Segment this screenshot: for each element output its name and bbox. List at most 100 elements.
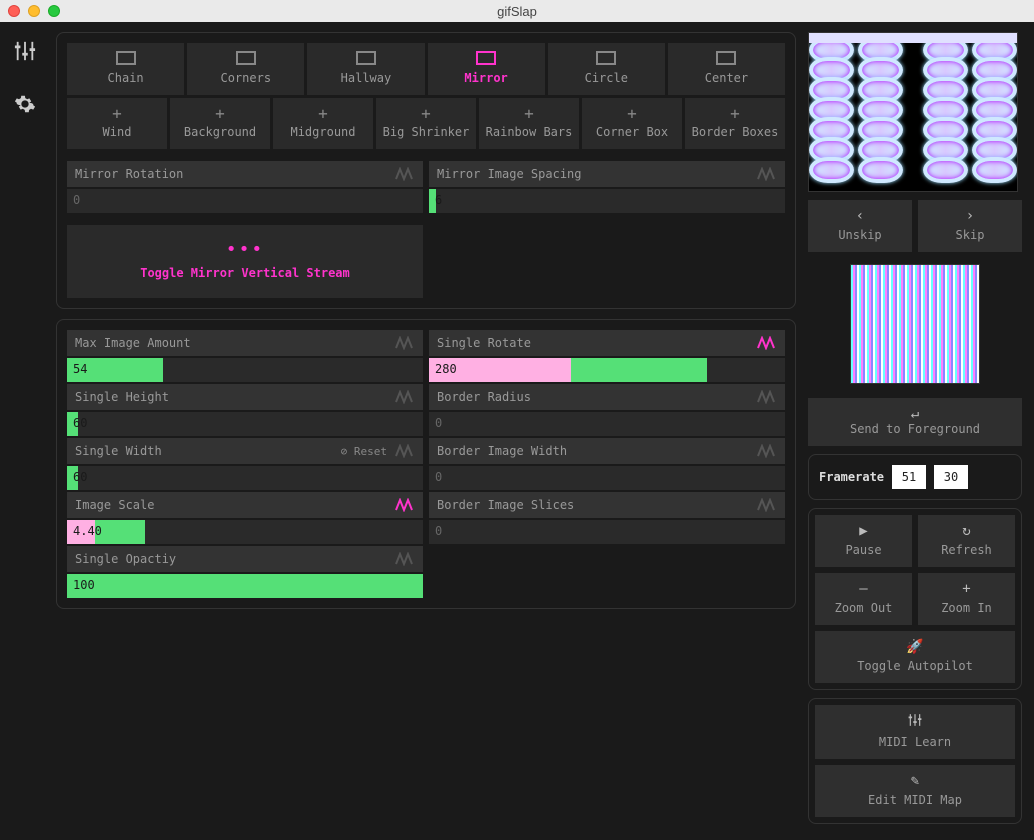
addon-label: Background: [184, 125, 256, 139]
gear-icon[interactable]: [14, 93, 36, 118]
chevron-left-icon: ‹: [808, 208, 912, 224]
wave-icon[interactable]: [395, 552, 415, 566]
output-preview: [808, 32, 1018, 192]
tab-corners[interactable]: Corners: [187, 43, 304, 95]
framerate-input-a[interactable]: [892, 465, 926, 489]
tab-label: Mirror: [464, 71, 507, 85]
slider-single-opactiy[interactable]: 100: [67, 574, 423, 598]
addon-big-shrinker[interactable]: + Big Shrinker: [376, 98, 476, 149]
slider-label-image-scale: Image Scale: [67, 492, 423, 518]
tab-chain[interactable]: Chain: [67, 43, 184, 95]
wave-icon[interactable]: [395, 336, 415, 350]
sliders-icon: [815, 713, 1015, 731]
play-icon: ▶: [815, 523, 912, 539]
dots-icon: •••: [67, 239, 423, 260]
slider-label-border-radius: Border Radius: [429, 384, 785, 410]
tab-label: Circle: [585, 71, 628, 85]
skip-button[interactable]: › Skip: [918, 200, 1022, 252]
slider-max-image-amount[interactable]: 54: [67, 358, 423, 382]
slider-label-max-image-amount: Max Image Amount: [67, 330, 423, 356]
rect-icon: [356, 51, 376, 65]
refresh-button[interactable]: ↻ Refresh: [918, 515, 1015, 567]
addon-label: Corner Box: [596, 125, 668, 139]
edit-midi-map-button[interactable]: ✎ Edit MIDI Map: [815, 765, 1015, 817]
slider-label-single-rotate: Single Rotate: [429, 330, 785, 356]
rect-icon: [476, 51, 496, 65]
pause-button[interactable]: ▶ Pause: [815, 515, 912, 567]
wave-icon[interactable]: [757, 498, 777, 512]
addon-corner-box[interactable]: + Corner Box: [582, 98, 682, 149]
sliders-icon[interactable]: [14, 40, 36, 65]
toggle-autopilot-button[interactable]: 🚀 Toggle Autopilot: [815, 631, 1015, 683]
minus-icon: —: [815, 581, 912, 597]
wave-icon[interactable]: [757, 444, 777, 458]
wave-icon[interactable]: [395, 498, 415, 512]
slider-single-rotate[interactable]: 280: [429, 358, 785, 382]
wave-icon[interactable]: [757, 390, 777, 404]
mirror-rotation-label: Mirror Rotation: [67, 161, 423, 187]
addon-rainbow-bars[interactable]: +Rainbow Bars: [479, 98, 579, 149]
slider-border-image-width[interactable]: 0: [429, 466, 785, 490]
mirror-spacing-slider[interactable]: 6: [429, 189, 785, 213]
tab-label: Center: [705, 71, 748, 85]
wave-icon[interactable]: [395, 444, 415, 458]
addon-label: Rainbow Bars: [486, 125, 573, 139]
plus-icon: +: [170, 104, 270, 123]
send-to-foreground-button[interactable]: ↵ Send to Foreground: [808, 398, 1022, 446]
unskip-button[interactable]: ‹ Unskip: [808, 200, 912, 252]
framerate-panel: Framerate: [808, 454, 1022, 500]
tab-center[interactable]: Center: [668, 43, 785, 95]
plus-icon: +: [273, 104, 373, 123]
tab-label: Hallway: [341, 71, 392, 85]
plus-icon: +: [67, 104, 167, 123]
reset-button[interactable]: ⊘ Reset: [341, 445, 387, 458]
midi-learn-button[interactable]: MIDI Learn: [815, 705, 1015, 759]
slider-border-radius[interactable]: 0: [429, 412, 785, 436]
wave-icon[interactable]: [395, 390, 415, 404]
chevron-right-icon: ›: [918, 208, 1022, 224]
addon-border-boxes[interactable]: + Border Boxes: [685, 98, 785, 149]
slider-single-width[interactable]: 60: [67, 466, 423, 490]
slider-label-border-image-width: Border Image Width: [429, 438, 785, 464]
window-title: gifSlap: [0, 4, 1034, 19]
window-titlebar: gifSlap: [0, 0, 1034, 22]
left-toolbar: [0, 22, 50, 840]
slider-image-scale[interactable]: 4.40: [67, 520, 423, 544]
slider-single-height[interactable]: 60: [67, 412, 423, 436]
slider-border-image-slices[interactable]: 0: [429, 520, 785, 544]
plus-icon: +: [376, 104, 476, 123]
tab-mirror[interactable]: Mirror: [428, 43, 545, 95]
addon-label: Border Boxes: [692, 125, 779, 139]
pencil-icon: ✎: [815, 773, 1015, 789]
plus-icon: +: [582, 104, 682, 123]
rect-icon: [236, 51, 256, 65]
mirror-rotation-slider[interactable]: 0: [67, 189, 423, 213]
plus-icon: +: [918, 581, 1015, 597]
right-sidebar: ‹ Unskip › Skip ↵ Send to Foreground Fra…: [804, 22, 1034, 840]
addon-midground[interactable]: +Midground: [273, 98, 373, 149]
plus-icon: +: [685, 104, 785, 123]
zoom-out-button[interactable]: — Zoom Out: [815, 573, 912, 625]
wave-icon[interactable]: [757, 167, 777, 181]
addon-background[interactable]: + Background: [170, 98, 270, 149]
wave-icon[interactable]: [757, 336, 777, 350]
tab-label: Chain: [108, 71, 144, 85]
slider-label-border-image-slices: Border Image Slices: [429, 492, 785, 518]
refresh-icon: ↻: [918, 523, 1015, 539]
addon-label: Big Shrinker: [383, 125, 470, 139]
framerate-input-b[interactable]: [934, 465, 968, 489]
slider-label-single-height: Single Height: [67, 384, 423, 410]
zoom-in-button[interactable]: + Zoom In: [918, 573, 1015, 625]
source-thumbnail[interactable]: [850, 264, 980, 384]
tab-label: Corners: [220, 71, 271, 85]
framerate-label: Framerate: [819, 470, 884, 484]
tab-circle[interactable]: Circle: [548, 43, 665, 95]
addon-wind[interactable]: +Wind: [67, 98, 167, 149]
rect-icon: [596, 51, 616, 65]
tab-hallway[interactable]: Hallway: [307, 43, 424, 95]
params-panel: Max Image Amount54Single Height60Single …: [56, 319, 796, 609]
wave-icon[interactable]: [395, 167, 415, 181]
toggle-mirror-vertical-stream[interactable]: ••• Toggle Mirror Vertical Stream: [67, 225, 423, 298]
mode-panel: Chain Corners Hallway Mirror Circle Center +W…: [56, 32, 796, 309]
rect-icon: [116, 51, 136, 65]
